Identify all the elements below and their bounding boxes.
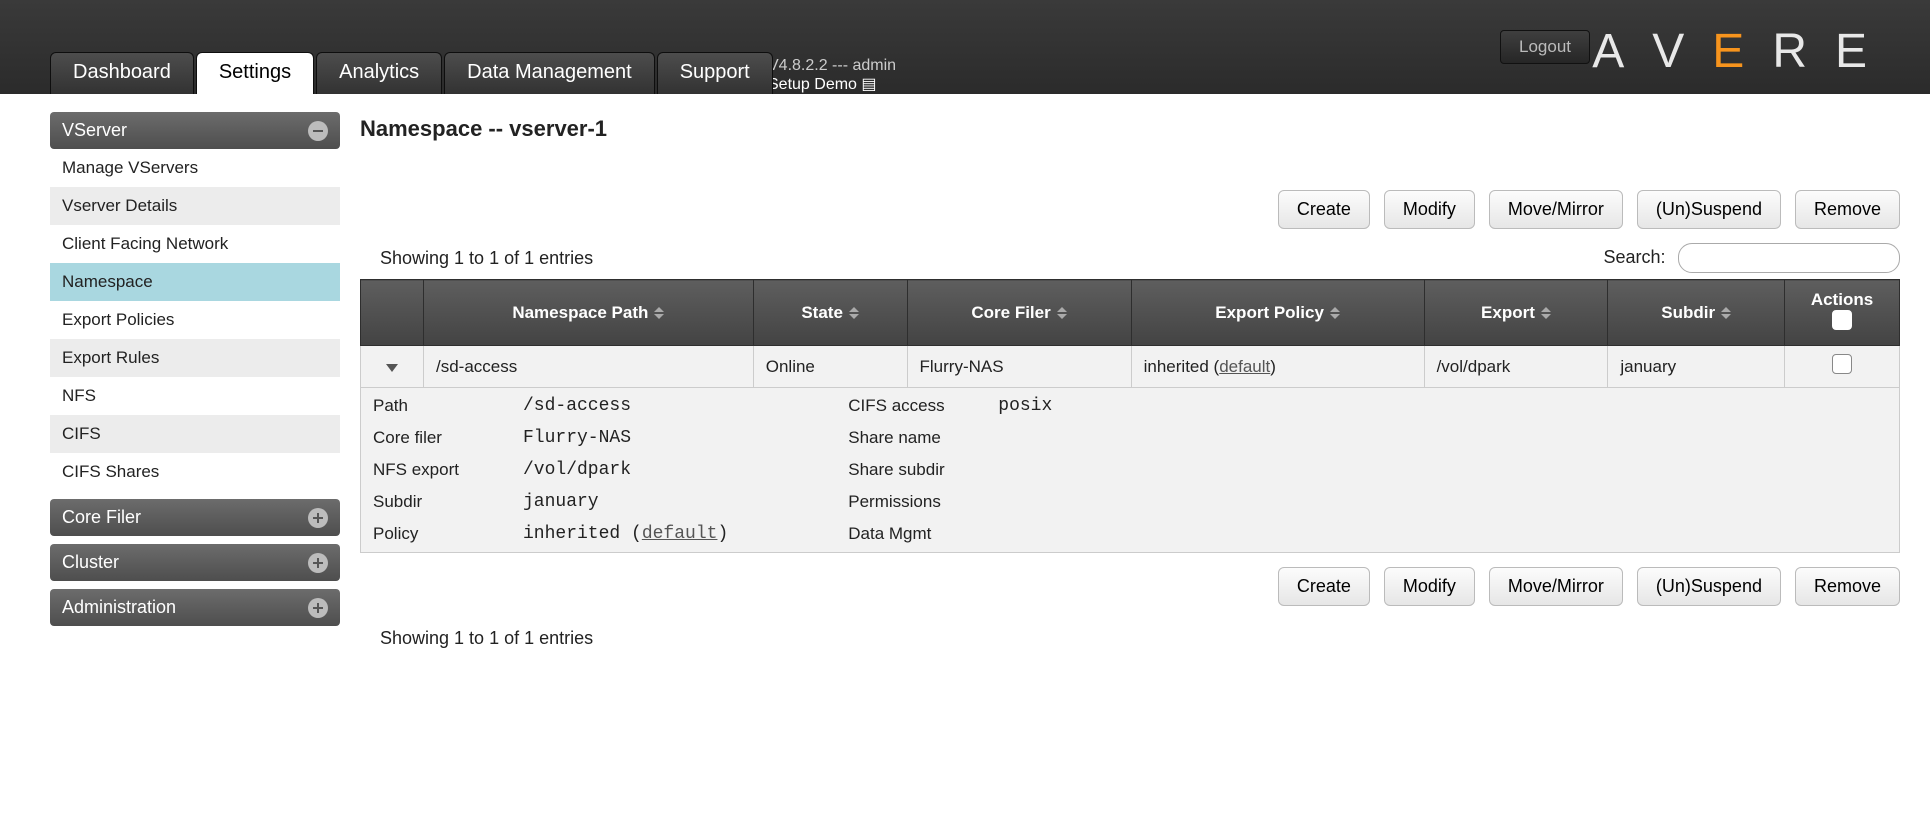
detail-value: posix bbox=[998, 396, 1052, 416]
main-tabs: Dashboard Settings Analytics Data Manage… bbox=[50, 52, 773, 94]
tab-dashboard[interactable]: Dashboard bbox=[50, 52, 194, 94]
col-export[interactable]: Export bbox=[1424, 280, 1608, 346]
policy-link[interactable]: default bbox=[1219, 357, 1270, 376]
sidebar-item-export-policies[interactable]: Export Policies bbox=[50, 301, 340, 339]
table-row[interactable]: /sd-access Online Flurry-NAS inherited (… bbox=[361, 346, 1900, 388]
main-content: Namespace -- vserver-1 Create Modify Mov… bbox=[360, 112, 1900, 649]
cell-export-policy: inherited (default) bbox=[1131, 346, 1424, 388]
detail-label: Share name bbox=[848, 428, 968, 448]
modify-button[interactable]: Modify bbox=[1384, 567, 1475, 606]
showing-text-top: Showing 1 to 1 of 1 entries bbox=[360, 248, 593, 269]
detail-value: january bbox=[523, 492, 728, 512]
sidebar-item-cifs[interactable]: CIFS bbox=[50, 415, 340, 453]
detail-value: /vol/dpark bbox=[523, 460, 728, 480]
top-bar: Logout V4.8.2.2 --- admin Setup Demo ▤ A… bbox=[0, 0, 1930, 94]
move-mirror-button[interactable]: Move/Mirror bbox=[1489, 567, 1623, 606]
search-label: Search: bbox=[1604, 247, 1666, 267]
detail-label: NFS export bbox=[373, 460, 493, 480]
detail-label: CIFS access bbox=[848, 396, 968, 416]
sidebar-group-cluster[interactable]: Cluster bbox=[50, 544, 340, 581]
detail-label: Share subdir bbox=[848, 460, 968, 480]
detail-label: Core filer bbox=[373, 428, 493, 448]
detail-value: Flurry-NAS bbox=[523, 428, 728, 448]
edit-icon: ▤ bbox=[861, 76, 876, 93]
tab-support[interactable]: Support bbox=[657, 52, 773, 94]
detail-label: Data Mgmt bbox=[848, 524, 968, 544]
detail-value: inherited (default) bbox=[523, 524, 728, 544]
detail-label: Permissions bbox=[848, 492, 968, 512]
sidebar-item-manage-vservers[interactable]: Manage VServers bbox=[50, 149, 340, 187]
sidebar-group-core-filer[interactable]: Core Filer bbox=[50, 499, 340, 536]
action-bar-top: Create Modify Move/Mirror (Un)Suspend Re… bbox=[360, 190, 1900, 229]
sidebar: VServer Manage VServers Vserver Details … bbox=[50, 112, 340, 649]
col-expand bbox=[361, 280, 424, 346]
sidebar-item-vserver-details[interactable]: Vserver Details bbox=[50, 187, 340, 225]
version-text: V4.8.2.2 --- admin bbox=[768, 56, 896, 75]
action-bar-bottom: Create Modify Move/Mirror (Un)Suspend Re… bbox=[360, 567, 1900, 606]
sort-icon bbox=[1721, 307, 1731, 319]
suspend-button[interactable]: (Un)Suspend bbox=[1637, 190, 1781, 229]
sort-icon bbox=[654, 307, 664, 319]
detail-label: Policy bbox=[373, 524, 493, 544]
collapse-icon bbox=[308, 121, 328, 141]
col-state[interactable]: State bbox=[753, 280, 907, 346]
sidebar-group-administration[interactable]: Administration bbox=[50, 589, 340, 626]
col-namespace-path[interactable]: Namespace Path bbox=[424, 280, 754, 346]
create-button[interactable]: Create bbox=[1278, 190, 1370, 229]
cell-state: Online bbox=[753, 346, 907, 388]
tab-analytics[interactable]: Analytics bbox=[316, 52, 442, 94]
detail-label: Subdir bbox=[373, 492, 493, 512]
sort-icon bbox=[849, 307, 859, 319]
sidebar-item-namespace[interactable]: Namespace bbox=[50, 263, 340, 301]
row-checkbox[interactable] bbox=[1832, 354, 1852, 374]
sort-icon bbox=[1330, 307, 1340, 319]
col-subdir[interactable]: Subdir bbox=[1608, 280, 1785, 346]
page-title: Namespace -- vserver-1 bbox=[360, 116, 1900, 142]
detail-value bbox=[998, 428, 1052, 448]
detail-value bbox=[998, 460, 1052, 480]
setup-link[interactable]: Setup Demo ▤ bbox=[768, 75, 896, 94]
row-details: Path/sd-access Core filer Flurry-NAS NFS … bbox=[361, 388, 1900, 553]
cell-core-filer: Flurry-NAS bbox=[907, 346, 1131, 388]
expand-icon bbox=[308, 553, 328, 573]
cell-export: /vol/dpark bbox=[1424, 346, 1608, 388]
col-actions: Actions bbox=[1785, 280, 1900, 346]
policy-link[interactable]: default bbox=[642, 524, 718, 544]
detail-label: Path bbox=[373, 396, 493, 416]
sidebar-item-nfs[interactable]: NFS bbox=[50, 377, 340, 415]
select-all-checkbox[interactable] bbox=[1832, 310, 1852, 330]
row-expander-icon[interactable] bbox=[386, 364, 398, 372]
detail-value bbox=[998, 524, 1052, 544]
sidebar-group-vserver[interactable]: VServer bbox=[50, 112, 340, 149]
brand-logo: AVERE bbox=[1592, 24, 1895, 79]
suspend-button[interactable]: (Un)Suspend bbox=[1637, 567, 1781, 606]
tab-data-management[interactable]: Data Management bbox=[444, 52, 655, 94]
expand-icon bbox=[308, 508, 328, 528]
cell-path: /sd-access bbox=[424, 346, 754, 388]
header-meta: V4.8.2.2 --- admin Setup Demo ▤ bbox=[768, 56, 896, 94]
col-core-filer[interactable]: Core Filer bbox=[907, 280, 1131, 346]
detail-value: /sd-access bbox=[523, 396, 728, 416]
sidebar-item-export-rules[interactable]: Export Rules bbox=[50, 339, 340, 377]
expand-icon bbox=[308, 598, 328, 618]
sidebar-item-cifs-shares[interactable]: CIFS Shares bbox=[50, 453, 340, 491]
showing-text-bottom: Showing 1 to 1 of 1 entries bbox=[360, 628, 1900, 649]
cell-subdir: january bbox=[1608, 346, 1785, 388]
create-button[interactable]: Create bbox=[1278, 567, 1370, 606]
logout-button[interactable]: Logout bbox=[1500, 30, 1590, 64]
sort-icon bbox=[1057, 307, 1067, 319]
col-export-policy[interactable]: Export Policy bbox=[1131, 280, 1424, 346]
namespace-table: Namespace Path State Core Filer Export P… bbox=[360, 279, 1900, 553]
modify-button[interactable]: Modify bbox=[1384, 190, 1475, 229]
detail-value bbox=[998, 492, 1052, 512]
sort-icon bbox=[1541, 307, 1551, 319]
search-input[interactable] bbox=[1678, 243, 1900, 273]
tab-settings[interactable]: Settings bbox=[196, 52, 314, 94]
remove-button[interactable]: Remove bbox=[1795, 190, 1900, 229]
move-mirror-button[interactable]: Move/Mirror bbox=[1489, 190, 1623, 229]
remove-button[interactable]: Remove bbox=[1795, 567, 1900, 606]
sidebar-item-client-facing-network[interactable]: Client Facing Network bbox=[50, 225, 340, 263]
